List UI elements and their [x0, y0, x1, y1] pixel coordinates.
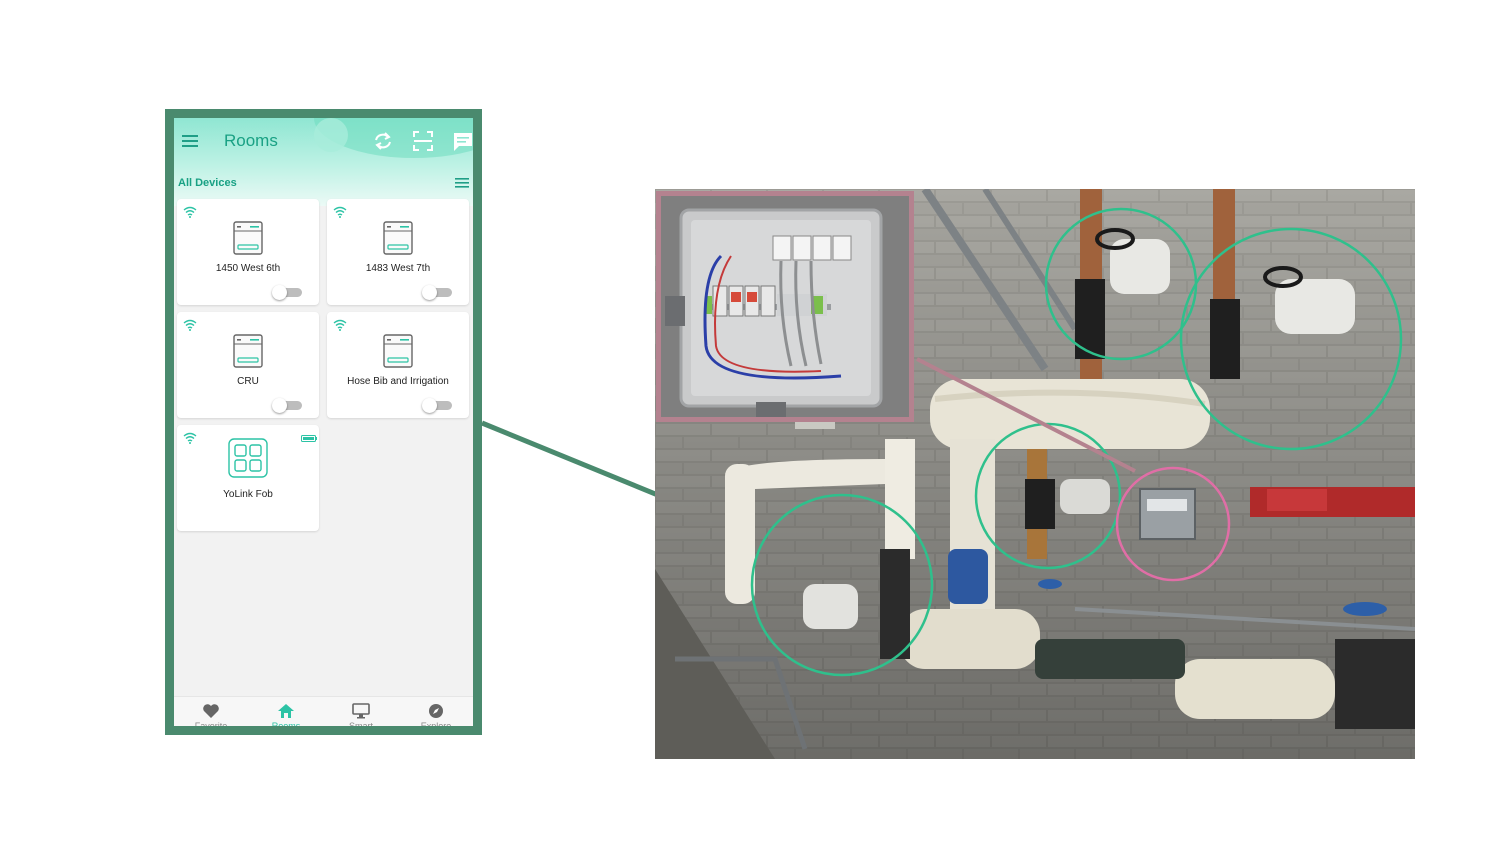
- controller-closeup-inset: [656, 191, 914, 422]
